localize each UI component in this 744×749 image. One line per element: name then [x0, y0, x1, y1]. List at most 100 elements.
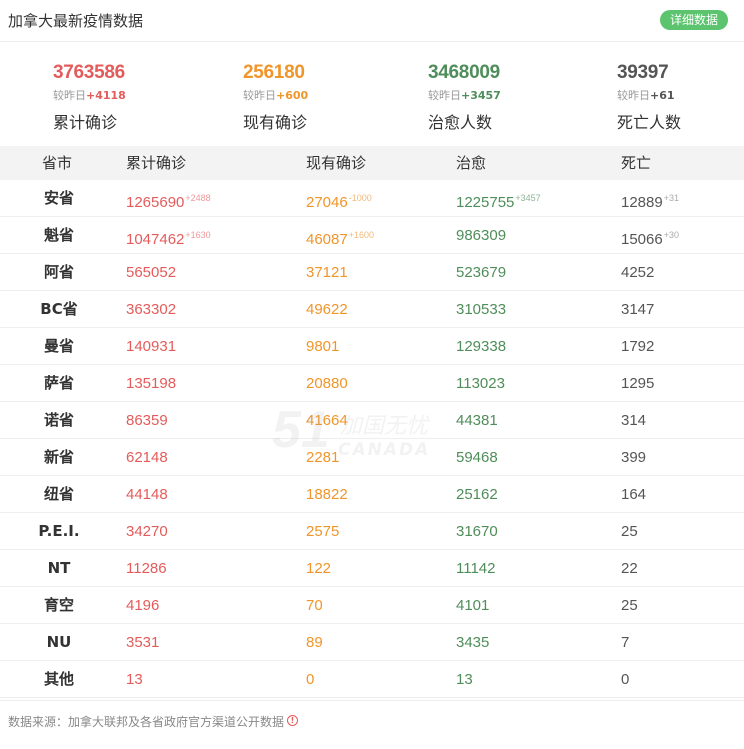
cell-dead: 164 — [621, 486, 647, 503]
cell-total: 44148 — [126, 486, 168, 503]
cell-province: 曼省 — [43, 337, 74, 355]
cell-total: 1047462+1630 — [126, 230, 211, 248]
summary-value: 39397 — [617, 62, 669, 83]
cell-active: 2575 — [306, 523, 340, 540]
col-header-province: 省市 — [42, 154, 73, 172]
table-row: 其他 13 0 13 0 — [0, 661, 744, 698]
cell-total: 363302 — [126, 301, 177, 318]
cell-total: 34270 — [126, 523, 168, 540]
cell-total: 13 — [126, 671, 143, 688]
summary-value: 256180 — [243, 62, 305, 83]
header: 加拿大最新疫情数据 详细数据 — [0, 0, 744, 42]
cell-province: NU — [46, 633, 72, 651]
summary-delta: 较昨日+3457 — [428, 89, 501, 102]
cell-active: 41664 — [306, 412, 348, 429]
cell-cured: 11142 — [456, 560, 496, 577]
table-row: 曼省 140931 9801 129338 1792 — [0, 328, 744, 365]
summary-delta: 较昨日+600 — [243, 89, 309, 102]
table-row: 纽省 44148 18822 25162 164 — [0, 476, 744, 513]
summary-card-total: 3763586 较昨日+4118 累计确诊 — [53, 62, 239, 133]
cell-cured: 13 — [456, 671, 473, 688]
summary-value: 3763586 — [53, 62, 125, 83]
cell-cured: 986309 — [456, 227, 507, 244]
delta-superscript: +3457 — [515, 193, 541, 203]
table-row: 新省 62148 2281 59468 399 — [0, 439, 744, 476]
table-header: 省市 累计确诊 现有确诊 治愈 死亡 — [0, 146, 744, 180]
cell-province: P.E.I. — [38, 522, 80, 540]
cell-dead: 4252 — [621, 264, 655, 281]
table-row: NT 11286 122 11142 22 — [0, 550, 744, 587]
cell-total: 62148 — [126, 449, 168, 466]
summary-value: 3468009 — [428, 62, 500, 83]
cell-cured: 113023 — [456, 375, 505, 392]
table-row: 育空 4196 70 4101 25 — [0, 587, 744, 624]
summary-label: 治愈人数 — [428, 113, 493, 132]
cell-province: 魁省 — [43, 226, 74, 244]
cell-dead: 12889+31 — [621, 193, 679, 211]
cell-province: 萨省 — [43, 374, 74, 392]
table-row: 安省 1265690+2488 27046-1000 1225755+3457 1288… — [0, 180, 744, 217]
cell-cured: 31670 — [456, 523, 498, 540]
cell-total: 86359 — [126, 412, 168, 429]
summary-label: 累计确诊 — [53, 113, 118, 132]
cell-cured: 310533 — [456, 301, 507, 318]
cell-dead: 1295 — [621, 375, 655, 392]
delta-superscript: +30 — [663, 230, 679, 240]
cell-active: 37121 — [306, 264, 348, 281]
cell-cured: 3435 — [456, 634, 490, 651]
cell-cured: 44381 — [456, 412, 498, 429]
table-row: 阿省 565052 37121 523679 4252 — [0, 254, 744, 291]
table-row: P.E.I. 34270 2575 31670 25 — [0, 513, 744, 550]
table-row: 诺省 86359 41664 44381 314 — [0, 402, 744, 439]
cell-province: 阿省 — [43, 263, 74, 281]
delta-superscript: -1000 — [348, 193, 372, 203]
cell-cured: 523679 — [456, 264, 507, 281]
cell-active: 122 — [306, 560, 332, 577]
cell-dead: 1792 — [621, 338, 655, 355]
cell-province: 诺省 — [43, 411, 74, 429]
col-header-cured: 治愈 — [456, 154, 487, 172]
cell-cured: 1225755+3457 — [456, 193, 541, 211]
cell-active: 2281 — [306, 449, 340, 466]
cell-total: 135198 — [126, 375, 177, 392]
table-row: BC省 363302 49622 310533 3147 — [0, 291, 744, 328]
cell-active: 89 — [306, 634, 323, 651]
cell-dead: 0 — [621, 671, 630, 688]
cell-active: 49622 — [306, 301, 348, 318]
cell-active: 18822 — [306, 486, 348, 503]
cell-dead: 399 — [621, 449, 647, 466]
cell-province: 纽省 — [43, 485, 74, 503]
summary-delta: 较昨日+4118 — [53, 89, 126, 102]
delta-superscript: +31 — [663, 193, 679, 203]
cell-dead: 25 — [621, 523, 638, 540]
delta-superscript: +1630 — [185, 230, 211, 240]
cell-active: 46087+1600 — [306, 230, 374, 248]
cell-dead: 22 — [621, 560, 638, 577]
cell-total: 140931 — [126, 338, 177, 355]
cell-total: 11286 — [126, 560, 167, 577]
summary-delta: 较昨日+61 — [617, 89, 675, 102]
cell-cured: 129338 — [456, 338, 507, 355]
page-title: 加拿大最新疫情数据 — [8, 12, 144, 30]
cell-cured: 25162 — [456, 486, 498, 503]
summary-card-dead: 39397 较昨日+61 死亡人数 — [617, 62, 744, 133]
cell-dead: 3147 — [621, 301, 655, 318]
cell-total: 4196 — [126, 597, 160, 614]
cell-total: 1265690+2488 — [126, 193, 211, 211]
cell-dead: 314 — [621, 412, 647, 429]
summary-label: 现有确诊 — [243, 113, 308, 132]
col-header-active: 现有确诊 — [306, 154, 367, 172]
cell-active: 70 — [306, 597, 323, 614]
table-body: 安省 1265690+2488 27046-1000 1225755+3457 1288… — [0, 180, 744, 698]
cell-active: 27046-1000 — [306, 193, 372, 211]
table-row: NU 3531 89 3435 7 — [0, 624, 744, 661]
cell-province: 育空 — [43, 596, 74, 614]
detail-data-button[interactable]: 详细数据 — [659, 10, 728, 30]
cell-dead: 15066+30 — [621, 230, 679, 248]
info-icon[interactable]: ! — [287, 715, 298, 726]
cell-province: 新省 — [43, 448, 74, 466]
data-source-text: 数据来源：加拿大联邦及各省政府官方渠道公开数据 — [8, 715, 285, 729]
col-header-dead: 死亡 — [621, 154, 652, 172]
summary-panel: 3763586 较昨日+4118 累计确诊 256180 较昨日+600 现有确… — [0, 50, 744, 140]
cell-province: NT — [47, 559, 71, 577]
